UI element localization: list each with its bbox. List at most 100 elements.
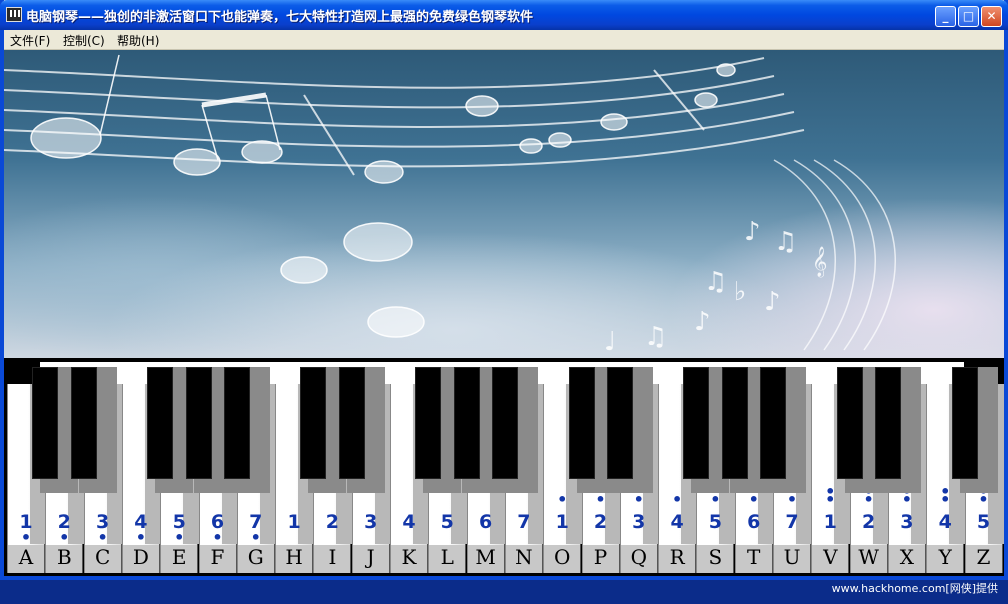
note-number: 5 [708,511,722,533]
note-number: 2 [325,511,339,533]
black-key-10[interactable] [491,367,518,479]
octave-dots: • [20,528,32,547]
close-button[interactable]: ✕ [981,6,1002,27]
black-key-3[interactable] [147,367,174,479]
note-number: 4 [134,511,148,533]
octave-dots: • [250,528,261,547]
note-number: 7 [517,511,531,533]
key-letter: F [210,545,225,569]
octave-dots: • [671,490,683,509]
note-number: 5 [976,511,991,533]
key-letter: C [94,545,111,569]
key-letter: P [593,545,608,569]
key-letter: T [747,545,761,569]
note-number: 3 [900,511,914,533]
maximize-button[interactable]: □ [958,6,979,27]
key-letter: Y [938,545,952,569]
note-number: 3 [632,511,646,533]
octave-dots: • [633,490,644,509]
note-number: 1 [19,511,33,533]
key-letter: H [285,545,303,569]
menu-bar: 文件(F) 控制(C) 帮助(H) [4,30,1004,50]
octave-dots: • [97,528,108,547]
svg-text:♭: ♭ [734,277,746,307]
window-title: 电脑钢琴——独创的非激活窗口下也能弹奏，七大特性打造网上最强的免费绿色钢琴软件 [26,10,534,25]
black-key-5[interactable] [223,367,250,479]
key-letter: M [475,545,496,569]
key-letter: G [247,545,264,569]
octave-dots: • [595,490,606,509]
black-key-8[interactable] [415,367,442,479]
black-key-16[interactable] [836,367,863,479]
black-key-18[interactable] [951,367,978,479]
octave-dots: • [786,490,798,509]
octave-dots: • [748,490,759,509]
svg-text:♩: ♩ [604,327,616,357]
note-number: 1 [555,511,569,533]
key-letter: K [401,545,417,569]
key-letter: B [56,545,72,569]
menu-control[interactable]: 控制(C) [63,32,105,49]
octave-dots: • [59,528,70,547]
note-number: 3 [95,511,110,533]
key-letter: D [132,545,149,569]
svg-text:𝄞: 𝄞 [812,246,827,278]
svg-text:♪: ♪ [694,307,711,337]
note-number: 3 [364,511,378,533]
octave-dots: • [710,490,721,509]
key-letter: R [669,545,685,569]
piano-app-icon[interactable] [6,7,22,22]
menu-file[interactable]: 文件(F) [10,32,50,49]
note-number: 7 [249,511,263,533]
key-letter: X [899,545,915,569]
key-letter: O [553,545,571,569]
black-key-1[interactable] [32,367,59,479]
note-number: 7 [785,511,799,533]
key-letter: J [366,545,375,569]
note-number: 1 [287,511,301,533]
key-letter: I [328,545,337,569]
octave-dots: • [174,528,185,547]
black-key-2[interactable] [70,367,97,479]
note-number: 6 [747,511,761,533]
black-key-4[interactable] [185,367,212,479]
key-letter: E [171,545,187,569]
octave-dots: • [135,528,146,547]
black-key-6[interactable] [300,367,327,479]
background-artwork: 𝄞 ♪ ♫ ♫ ♭ ♪ ♪ ♫ ♩ [4,50,1004,360]
music-notes-illustration: 𝄞 ♪ ♫ ♫ ♭ ♪ ♪ ♫ ♩ [4,54,896,357]
note-number: 6 [210,511,225,533]
black-key-12[interactable] [606,367,633,479]
black-key-14[interactable] [721,367,748,479]
svg-text:♫: ♫ [644,322,667,352]
key-letter: N [515,545,533,569]
minimize-button[interactable]: _ [935,6,956,27]
note-number: 2 [861,511,876,533]
note-number: 2 [593,511,608,533]
title-bar[interactable]: 电脑钢琴——独创的非激活窗口下也能弹奏，七大特性打造网上最强的免费绿色钢琴软件 … [0,0,1008,30]
key-letter: L [440,545,454,569]
black-key-9[interactable] [453,367,480,479]
key-letter: V [823,545,838,569]
note-number: 4 [938,511,952,533]
svg-text:♫: ♫ [774,227,797,257]
svg-text:♫: ♫ [704,267,727,297]
note-number: 1 [823,511,837,533]
note-number: 2 [57,511,71,533]
piano-keyboard: • 1 A • 2 B • 3 C • 4 D • 5 E • 6 F • 7 G 1 H 2 I 3 J 4 K 5 L 6 M 7 N • 1 O • 2… [4,358,1004,576]
black-key-15[interactable] [760,367,786,479]
key-letter: A [18,545,34,569]
black-key-17[interactable] [874,367,901,479]
black-key-11[interactable] [568,367,595,479]
menu-help[interactable]: 帮助(H) [117,32,159,49]
octave-dots: •• [940,482,951,509]
black-key-13[interactable] [683,367,710,479]
octave-dots: •• [825,482,836,509]
svg-text:♪: ♪ [744,217,761,247]
octave-dots: • [557,490,568,509]
key-letter: U [783,545,801,569]
svg-text:♪: ♪ [764,287,781,317]
black-key-7[interactable] [338,367,365,479]
note-number: 6 [478,511,493,533]
key-letter: S [708,545,723,569]
